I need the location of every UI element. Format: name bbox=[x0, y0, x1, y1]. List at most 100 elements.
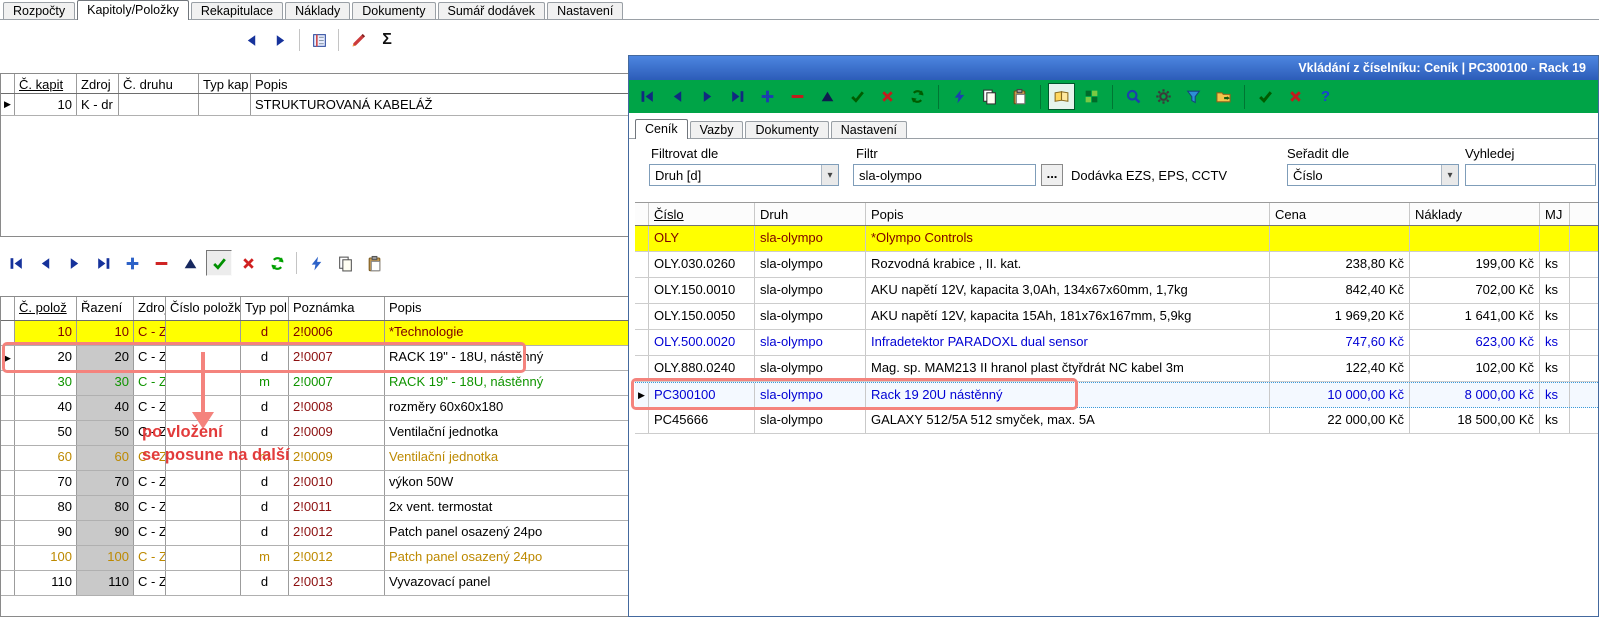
insert-record-button[interactable] bbox=[119, 250, 145, 276]
refresh-button[interactable] bbox=[904, 83, 931, 110]
next-record-button[interactable] bbox=[694, 83, 721, 110]
col-header-typ-kap[interactable]: Typ kap bbox=[199, 74, 251, 93]
tab-nastaveni[interactable]: Nastavení bbox=[547, 2, 623, 19]
post-edit-button[interactable] bbox=[844, 83, 871, 110]
sort-by-select[interactable]: Číslo bbox=[1287, 164, 1459, 186]
first-record-button[interactable] bbox=[634, 83, 661, 110]
tab-nastaveni[interactable]: Nastavení bbox=[831, 121, 907, 138]
cancel-edit-button[interactable] bbox=[235, 250, 261, 276]
prior-record-button[interactable] bbox=[238, 27, 264, 53]
refresh-button[interactable] bbox=[264, 250, 290, 276]
cell-zdroj: C - Z bbox=[134, 371, 166, 395]
price-list-row-selected[interactable]: PC300100 sla-olympo Rack 19 20U nástěnný… bbox=[635, 382, 1598, 408]
tab-dokumenty[interactable]: Dokumenty bbox=[745, 121, 828, 138]
post-edit-button[interactable] bbox=[206, 250, 232, 276]
cell-naklady: 702,00 Kč bbox=[1410, 278, 1540, 303]
next-record-button[interactable] bbox=[267, 27, 293, 53]
first-record-button[interactable] bbox=[3, 250, 29, 276]
col-header-naklady[interactable]: Náklady bbox=[1410, 203, 1540, 225]
copy-icon bbox=[981, 88, 998, 105]
filter-jump-button[interactable] bbox=[946, 83, 973, 110]
col-header-zdroj[interactable]: Zdroj bbox=[77, 74, 119, 93]
row-marker-header bbox=[1, 297, 15, 320]
prior-record-button[interactable] bbox=[664, 83, 691, 110]
first-record-icon bbox=[639, 88, 656, 105]
filter-input[interactable] bbox=[859, 168, 1035, 183]
cancel-edit-button[interactable] bbox=[874, 83, 901, 110]
col-header-mj[interactable]: MJ bbox=[1540, 203, 1570, 225]
relations-view-button[interactable] bbox=[1078, 83, 1105, 110]
price-list-row[interactable]: OLY.500.0020 sla-olympo Infradetektor PA… bbox=[635, 330, 1598, 356]
tab-rekapitulace[interactable]: Rekapitulace bbox=[191, 2, 283, 19]
col-header-poznamka[interactable]: Poznámka bbox=[289, 297, 385, 320]
cell-mj: ks bbox=[1540, 356, 1570, 381]
filter-by-select[interactable]: Druh [d] bbox=[649, 164, 839, 186]
col-header-zdroj[interactable]: Zdroj bbox=[134, 297, 166, 320]
filter-button[interactable] bbox=[1180, 83, 1207, 110]
filter-label: Filtr bbox=[856, 146, 878, 161]
last-record-button[interactable] bbox=[724, 83, 751, 110]
delete-record-button[interactable] bbox=[148, 250, 174, 276]
col-header-druh[interactable]: Druh bbox=[755, 203, 866, 225]
paste-button[interactable] bbox=[361, 250, 387, 276]
copy-button[interactable] bbox=[976, 83, 1003, 110]
price-list-row[interactable]: OLY sla-olympo *Olympo Controls bbox=[635, 226, 1598, 252]
filter-more-button[interactable]: ... bbox=[1041, 164, 1063, 186]
row-marker-header bbox=[635, 203, 649, 225]
cell-cislo: OLY bbox=[649, 226, 755, 251]
dialog-titlebar[interactable]: Vkládání z číselníku: Ceník | PC300100 -… bbox=[629, 56, 1598, 80]
search-button[interactable] bbox=[1120, 83, 1147, 110]
help-button[interactable]: ? bbox=[1312, 83, 1339, 110]
row-marker bbox=[1, 496, 15, 520]
catalog-button[interactable] bbox=[306, 27, 332, 53]
filter-input-box bbox=[853, 164, 1036, 186]
tab-dokumenty[interactable]: Dokumenty bbox=[352, 2, 435, 19]
price-list-row[interactable]: OLY.880.0240 sla-olympo Mag. sp. MAM213 … bbox=[635, 356, 1598, 382]
triangle-up-icon bbox=[819, 88, 836, 105]
price-list-row[interactable]: OLY.030.0260 sla-olympo Rozvodná krabice… bbox=[635, 252, 1598, 278]
search-input[interactable] bbox=[1471, 168, 1595, 183]
tab-vazby[interactable]: Vazby bbox=[690, 121, 744, 138]
toolbar-separator bbox=[1040, 85, 1041, 109]
settings-button[interactable] bbox=[1150, 83, 1177, 110]
check-icon bbox=[211, 255, 228, 272]
cell-druh: sla-olympo bbox=[755, 356, 866, 381]
col-header-cislo-polozky[interactable]: Číslo položky bbox=[166, 297, 241, 320]
price-list-row[interactable]: PC45666 sla-olympo GALAXY 512/5A 512 smy… bbox=[635, 408, 1598, 434]
col-header-c-poloz[interactable]: Č. polož bbox=[15, 297, 77, 320]
col-header-razeni[interactable]: Řazení bbox=[77, 297, 134, 320]
col-header-typ-pol[interactable]: Typ pol bbox=[241, 297, 289, 320]
prior-record-button[interactable] bbox=[32, 250, 58, 276]
col-header-c-druhu[interactable]: Č. druhu bbox=[119, 74, 199, 93]
filter-by-value: Druh [d] bbox=[655, 168, 701, 183]
edit-record-button[interactable] bbox=[177, 250, 203, 276]
confirm-button[interactable] bbox=[1252, 83, 1279, 110]
price-list-row[interactable]: OLY.150.0010 sla-olympo AKU napětí 12V, … bbox=[635, 278, 1598, 304]
cell-filler bbox=[1570, 408, 1598, 433]
tab-cenik[interactable]: Ceník bbox=[635, 119, 688, 139]
last-record-button[interactable] bbox=[90, 250, 116, 276]
close-button[interactable] bbox=[1282, 83, 1309, 110]
col-header-c-kapit[interactable]: Č. kapit bbox=[15, 74, 77, 93]
next-record-button[interactable] bbox=[61, 250, 87, 276]
row-marker bbox=[635, 383, 649, 407]
price-list-row[interactable]: OLY.150.0050 sla-olympo AKU napětí 12V, … bbox=[635, 304, 1598, 330]
tab-kapitoly-polozky[interactable]: Kapitoly/Položky bbox=[77, 0, 189, 20]
col-header-cislo[interactable]: Číslo bbox=[649, 203, 755, 225]
col-header-cena[interactable]: Cena bbox=[1270, 203, 1410, 225]
tab-rozpocty[interactable]: Rozpočty bbox=[3, 2, 75, 19]
delete-record-button[interactable] bbox=[784, 83, 811, 110]
filter-jump-button[interactable] bbox=[303, 250, 329, 276]
export-button[interactable] bbox=[1210, 83, 1237, 110]
paste-button[interactable] bbox=[1006, 83, 1033, 110]
tab-naklady[interactable]: Náklady bbox=[285, 2, 350, 19]
codebook-view-button[interactable] bbox=[1048, 83, 1075, 110]
sum-button[interactable]: Σ bbox=[374, 27, 400, 53]
edit-record-button[interactable] bbox=[814, 83, 841, 110]
rocket-button[interactable] bbox=[345, 27, 371, 53]
copy-button[interactable] bbox=[332, 250, 358, 276]
insert-record-button[interactable] bbox=[754, 83, 781, 110]
tab-sumar-dodavek[interactable]: Sumář dodávek bbox=[438, 2, 546, 19]
col-header-popis[interactable]: Popis bbox=[866, 203, 1270, 225]
cell-popis: Rack 19 20U nástěnný bbox=[866, 383, 1270, 407]
